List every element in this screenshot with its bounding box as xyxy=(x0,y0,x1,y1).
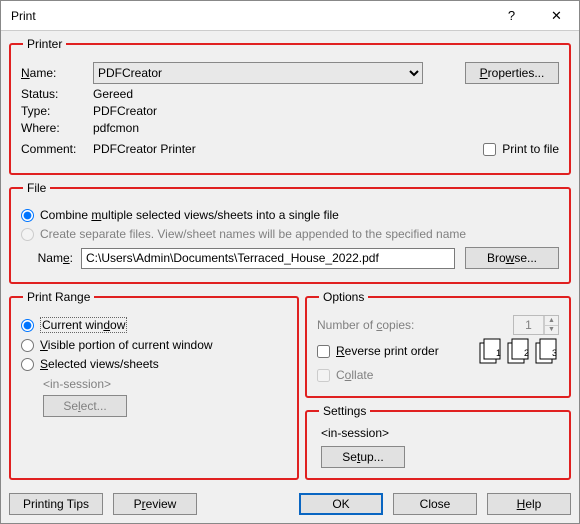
selected-views-input[interactable] xyxy=(21,358,34,371)
printer-name-label: Name: xyxy=(21,66,93,80)
combine-radio-input[interactable] xyxy=(21,209,34,222)
comment-value: PDFCreator Printer xyxy=(93,142,196,156)
copies-value: 1 xyxy=(514,316,544,334)
status-value: Gereed xyxy=(93,87,133,101)
collate-input xyxy=(317,369,330,382)
properties-button[interactable]: Properties... xyxy=(465,62,559,84)
separate-radio-input xyxy=(21,228,34,241)
printer-legend: Printer xyxy=(23,37,66,51)
type-label: Type: xyxy=(21,104,93,118)
comment-label: Comment: xyxy=(21,142,93,156)
settings-group: Settings <in-session> Setup... xyxy=(305,404,571,480)
help-button[interactable]: Help xyxy=(487,493,571,515)
window-title: Print xyxy=(11,9,489,23)
range-session-label: <in-session> xyxy=(43,377,287,391)
copies-label: Number of copies: xyxy=(317,318,414,332)
where-label: Where: xyxy=(21,121,93,135)
close-button[interactable]: Close xyxy=(393,493,477,515)
select-button: Select... xyxy=(43,395,127,417)
help-icon[interactable]: ? xyxy=(489,1,534,31)
print-dialog: Print ? ✕ Printer Name: PDFCreator Prope… xyxy=(0,0,580,524)
visible-portion-radio[interactable]: Visible portion of current window xyxy=(21,338,287,352)
current-window-radio[interactable]: Current window xyxy=(21,317,287,333)
file-path-input[interactable] xyxy=(81,248,455,269)
range-legend: Print Range xyxy=(23,290,94,304)
print-range-group: Print Range Current window Visible porti… xyxy=(9,290,299,480)
options-legend: Options xyxy=(319,290,368,304)
browse-button[interactable]: Browse... xyxy=(465,247,559,269)
svg-text:3: 3 xyxy=(552,348,557,358)
spin-up-icon: ▲ xyxy=(544,316,558,326)
status-label: Status: xyxy=(21,87,93,101)
visible-portion-input[interactable] xyxy=(21,339,34,352)
close-icon[interactable]: ✕ xyxy=(534,1,579,31)
printing-tips-button[interactable]: Printing Tips xyxy=(9,493,103,515)
printer-group: Printer Name: PDFCreator Properties... S… xyxy=(9,37,571,175)
reverse-order-input[interactable] xyxy=(317,345,330,358)
collate-pages-icon: 1 2 3 xyxy=(479,338,559,364)
preview-button[interactable]: Preview xyxy=(113,493,197,515)
lower-columns: Print Range Current window Visible porti… xyxy=(9,290,571,480)
settings-legend: Settings xyxy=(319,404,370,418)
current-window-input[interactable] xyxy=(21,319,34,332)
svg-text:2: 2 xyxy=(524,348,529,358)
file-name-label: Name: xyxy=(21,251,81,265)
selected-views-radio[interactable]: Selected views/sheets xyxy=(21,357,287,371)
separate-radio: Create separate files. View/sheet names … xyxy=(21,227,559,241)
svg-text:1: 1 xyxy=(496,348,501,358)
print-to-file-checkbox[interactable]: Print to file xyxy=(483,142,559,156)
options-group: Options Number of copies: 1 ▲▼ Reverse p… xyxy=(305,290,571,398)
print-to-file-input[interactable] xyxy=(483,143,496,156)
spin-down-icon: ▼ xyxy=(544,326,558,335)
collate-checkbox: Collate xyxy=(317,368,559,382)
where-value: pdfcmon xyxy=(93,121,139,135)
dialog-footer: Printing Tips Preview OK Close Help xyxy=(1,489,579,523)
titlebar: Print ? ✕ xyxy=(1,1,579,31)
combine-radio[interactable]: Combine multiple selected views/sheets i… xyxy=(21,208,559,222)
file-group: File Combine multiple selected views/she… xyxy=(9,181,571,284)
reverse-order-checkbox[interactable]: Reverse print order xyxy=(317,344,439,358)
file-legend: File xyxy=(23,181,50,195)
ok-button[interactable]: OK xyxy=(299,493,383,515)
dialog-body: Printer Name: PDFCreator Properties... S… xyxy=(1,31,579,489)
settings-session-label: <in-session> xyxy=(321,426,559,440)
type-value: PDFCreator xyxy=(93,104,157,118)
printer-name-select[interactable]: PDFCreator xyxy=(93,62,423,84)
setup-button[interactable]: Setup... xyxy=(321,446,405,468)
copies-spinner: 1 ▲▼ xyxy=(513,315,559,335)
